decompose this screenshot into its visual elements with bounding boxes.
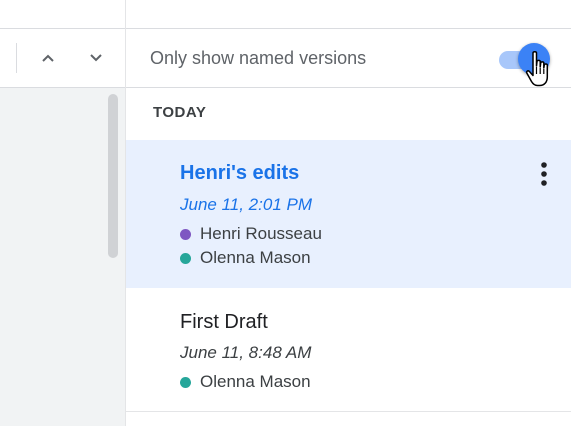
version-history-panel: Only show named versions TODAY Henri's e… — [126, 0, 571, 426]
author-color-dot — [180, 228, 191, 240]
author-name: Olenna Mason — [200, 248, 311, 267]
more-vert-icon — [541, 162, 547, 186]
version-title: Henri's edits — [180, 162, 300, 184]
document-nav-bar — [0, 29, 125, 88]
author-item: Olenna Mason — [180, 248, 311, 268]
previous-button[interactable] — [35, 45, 61, 71]
version-title: First Draft — [180, 311, 268, 333]
panel-topbar — [126, 0, 571, 29]
version-item-first-draft[interactable]: First Draft June 11, 8:48 AM Olenna Maso… — [126, 289, 571, 412]
chevron-up-icon — [42, 54, 54, 62]
named-versions-label: Only show named versions — [150, 48, 367, 68]
author-item: Olenna Mason — [180, 372, 311, 392]
author-name: Henri Rousseau — [200, 224, 322, 243]
next-button[interactable] — [83, 45, 109, 71]
document-pane — [0, 0, 125, 426]
section-header-today: TODAY — [153, 104, 207, 121]
document-canvas — [0, 88, 125, 426]
version-date: June 11, 2:01 PM — [180, 195, 312, 214]
version-item-henris-edits[interactable]: Henri's edits June 11, 2:01 PM Henri Rou… — [126, 140, 571, 288]
scrollbar-thumb[interactable] — [108, 94, 118, 258]
nav-divider — [16, 43, 17, 73]
document-topbar — [0, 0, 125, 29]
chevron-down-icon — [90, 54, 102, 62]
author-item: Henri Rousseau — [180, 224, 322, 244]
named-versions-filter-row: Only show named versions — [126, 29, 571, 88]
named-versions-toggle[interactable] — [499, 43, 550, 75]
author-color-dot — [180, 252, 191, 264]
author-name: Olenna Mason — [200, 372, 311, 391]
version-date: June 11, 8:48 AM — [180, 343, 312, 362]
version-more-actions-button[interactable] — [532, 160, 556, 188]
toggle-knob — [518, 43, 550, 75]
author-color-dot — [180, 376, 191, 388]
